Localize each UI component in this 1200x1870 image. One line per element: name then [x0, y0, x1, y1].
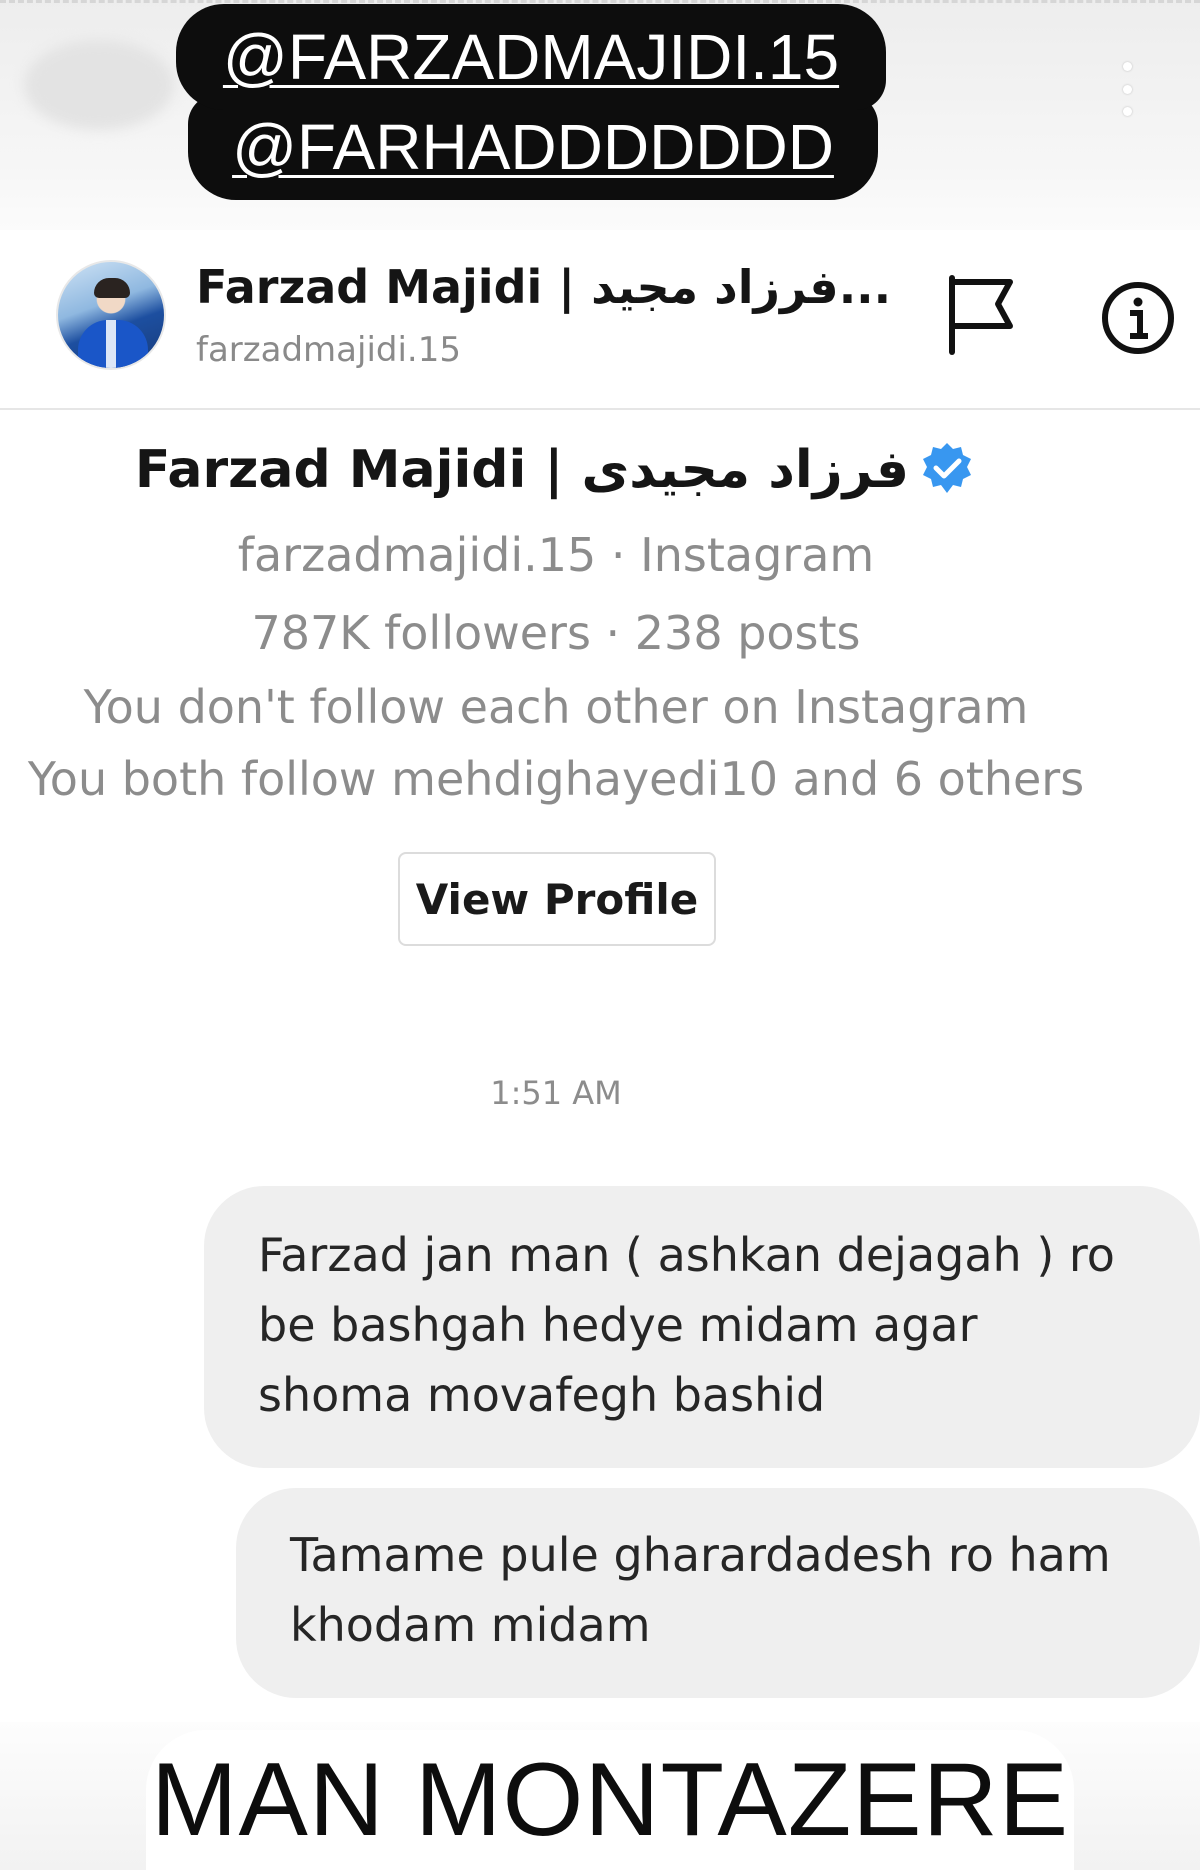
info-icon[interactable]: [1100, 280, 1176, 356]
profile-stats: 787K followers · 238 posts: [251, 606, 861, 660]
message-bubble[interactable]: Farzad jan man ( ashkan dejagah ) ro be …: [204, 1186, 1200, 1468]
message-timestamp: 1:51 AM: [490, 1074, 622, 1112]
flag-icon[interactable]: [946, 272, 1018, 356]
message-line: Farzad jan man ( ashkan dejagah ) ro: [258, 1228, 1115, 1282]
message-line: Tamame pule gharardadesh ro ham: [290, 1528, 1111, 1582]
avatar[interactable]: [56, 260, 166, 370]
more-options-icon[interactable]: [1120, 62, 1134, 116]
message-bubble[interactable]: Tamame pule gharardadesh ro ham khodam m…: [236, 1488, 1200, 1698]
profile-name: Farzad Majidi | فرزاد مجیدی: [0, 440, 1110, 500]
message-line: shoma movafegh bashid: [258, 1368, 826, 1422]
message-line: be bashgah hedye midam agar: [258, 1298, 978, 1352]
blurred-story-avatar: [24, 40, 174, 130]
verified-badge-icon: [923, 443, 972, 493]
profile-source: farzadmajidi.15 · Instagram: [237, 528, 875, 582]
story-top-area: 4 m @FARHADDDDDDD @FARZADMAJIDI.15: [0, 0, 1200, 230]
view-profile-button[interactable]: View Profile: [398, 852, 716, 946]
story-caption: MAN MONTAZERE: [146, 1730, 1074, 1870]
header-display-name[interactable]: Farzad Majidi | فرزاد مجید...: [196, 260, 891, 314]
header-username: farzadmajidi.15: [196, 330, 461, 370]
mention-tag-farzad[interactable]: @FARZADMAJIDI.15: [176, 4, 886, 110]
mutual-followers: You both follow mehdighayedi10 and 6 oth…: [27, 752, 1085, 806]
chat-header: Farzad Majidi | فرزاد مجید... farzadmaji…: [0, 230, 1200, 410]
profile-display-name: Farzad Majidi | فرزاد مجیدی: [134, 440, 910, 500]
message-line: khodam midam: [290, 1598, 651, 1652]
follow-status: You don't follow each other on Instagram: [83, 680, 1029, 734]
